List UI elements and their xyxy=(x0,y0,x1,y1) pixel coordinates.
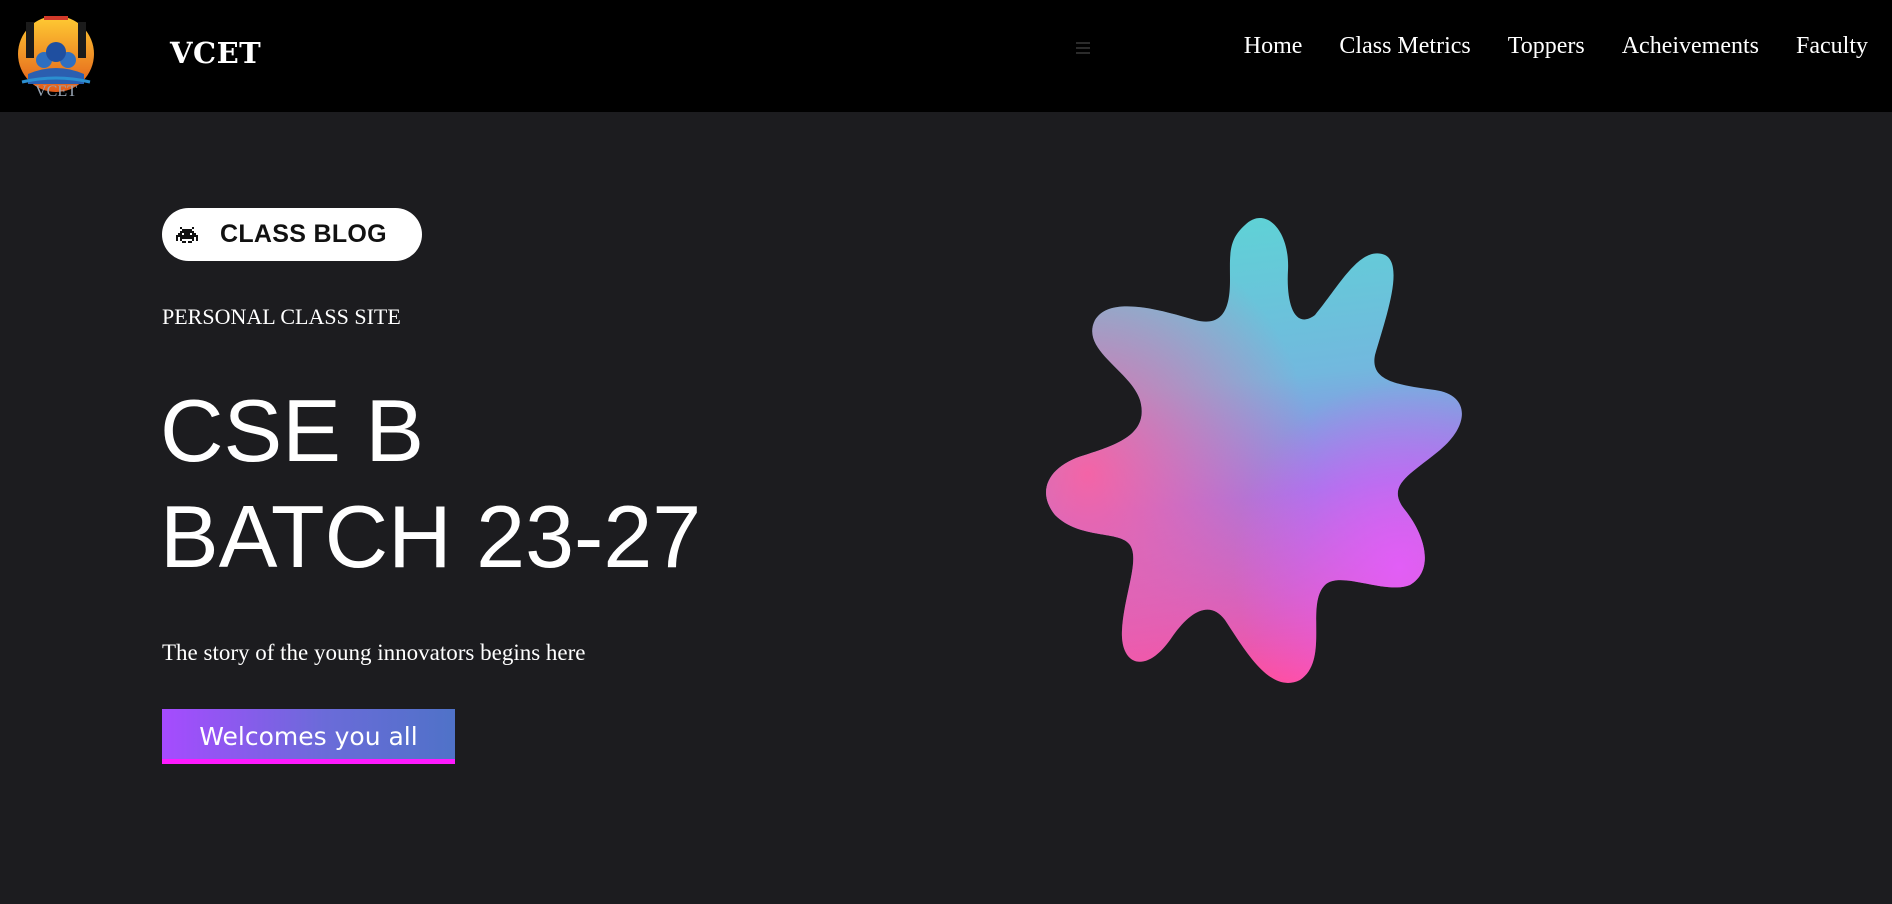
svg-text:VCET: VCET xyxy=(35,83,77,98)
hero-subtitle: PERSONAL CLASS SITE xyxy=(162,304,401,329)
top-navbar: VCET VCET Home Class Metrics Toppers Ach… xyxy=(0,0,1892,112)
nav-link-faculty[interactable]: Faculty xyxy=(1796,28,1868,64)
space-invader-icon xyxy=(176,226,198,243)
brand-name[interactable]: VCET xyxy=(170,36,261,70)
hero-headline: CSE B BATCH 23-27 xyxy=(160,378,701,590)
class-blog-badge-wrap: CLASS BLOG xyxy=(162,208,422,261)
nav-link-acheivements[interactable]: Acheivements xyxy=(1622,28,1759,64)
headline-line-2: BATCH 23-27 xyxy=(160,487,702,586)
hero-tagline: The story of the young innovators begins… xyxy=(162,640,586,665)
nav-link-toppers[interactable]: Toppers xyxy=(1508,28,1585,64)
class-blog-badge: CLASS BLOG xyxy=(162,208,422,261)
headline-line-1: CSE B xyxy=(160,381,425,480)
hamburger-menu-icon[interactable] xyxy=(1074,42,1092,58)
class-blog-label: CLASS BLOG xyxy=(220,220,387,248)
nav-links: Home Class Metrics Toppers Acheivements … xyxy=(1207,28,1868,64)
vcet-logo[interactable]: VCET xyxy=(16,12,96,98)
gradient-blob-image xyxy=(1046,217,1462,683)
welcome-button[interactable]: Welcomes you all xyxy=(162,709,455,764)
nav-link-class-metrics[interactable]: Class Metrics xyxy=(1339,28,1470,64)
nav-link-home[interactable]: Home xyxy=(1244,28,1303,64)
